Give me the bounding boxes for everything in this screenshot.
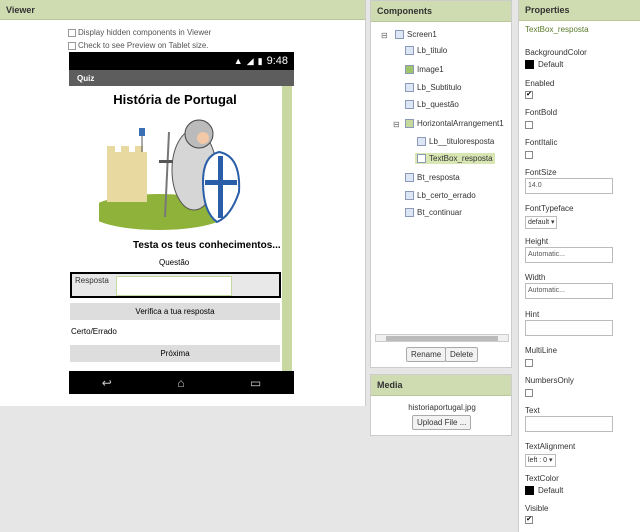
label-icon	[405, 83, 414, 92]
numbersonly-label: NumbersOnly	[525, 376, 574, 385]
tablet-preview-row[interactable]: Check to see Preview on Tablet size.	[68, 41, 209, 50]
tree-item-screen1[interactable]: Screen1	[395, 30, 437, 39]
home-icon[interactable]: ⌂	[177, 376, 184, 390]
tree-item-lb-subtitulo[interactable]: Lb_Subtitulo	[405, 83, 461, 92]
phone-preview: ▲ ◢ ▮ 9:48 Quiz História de Portugal Tes…	[69, 52, 294, 394]
tablet-preview-checkbox[interactable]	[68, 41, 76, 50]
visible-checkbox[interactable]: ✔	[525, 516, 533, 524]
bt-continuar[interactable]: Próxima	[70, 345, 280, 362]
textbox-resposta[interactable]	[116, 276, 232, 296]
enabled-label: Enabled	[525, 79, 555, 88]
viewer-header: Viewer	[0, 0, 365, 20]
tree-item-lb-titulo[interactable]: Lb_titulo	[405, 46, 447, 55]
components-panel: Components ⊟ Screen1 Lb_titulo Image1 Lb…	[370, 0, 512, 368]
color-swatch	[525, 486, 534, 495]
screen-scrollbar[interactable]	[282, 86, 292, 371]
label-icon	[405, 100, 414, 109]
textalignment-label: TextAlignment	[525, 442, 576, 451]
collapse-screen1-icon[interactable]: ⊟	[381, 31, 388, 40]
lb-questao: Questão	[159, 258, 190, 267]
signal-icon: ◢	[246, 55, 254, 66]
media-panel: Media historiaportugal.jpg Upload File .…	[370, 374, 512, 436]
collapse-arrangement-icon[interactable]: ⊟	[393, 120, 400, 129]
label-icon	[405, 191, 414, 200]
multiline-checkbox[interactable]	[525, 359, 533, 367]
status-time: 9:48	[266, 55, 288, 67]
button-icon	[405, 208, 414, 217]
lb-resposta: Resposta	[75, 276, 109, 285]
display-hidden-checkbox[interactable]	[68, 28, 76, 37]
fonttypeface-label: FontTypeface	[525, 204, 574, 213]
fontitalic-label: FontItalic	[525, 138, 558, 147]
selected-component-name: TextBox_resposta	[525, 25, 589, 34]
viewer-panel: Viewer Display hidden components in View…	[0, 0, 366, 406]
upload-file-button[interactable]: Upload File ...	[412, 415, 472, 430]
image-icon	[405, 65, 414, 74]
components-header: Components	[371, 1, 511, 22]
rename-button[interactable]: Rename	[406, 347, 447, 362]
fontsize-label: FontSize	[525, 168, 557, 177]
hint-input[interactable]	[525, 320, 613, 336]
tree-item-bt-continuar[interactable]: Bt_continuar	[405, 208, 462, 217]
app-title-bar: Quiz	[69, 70, 294, 86]
fontsize-input[interactable]: 14.0	[525, 178, 613, 194]
hint-label: Hint	[525, 310, 540, 319]
media-file-name[interactable]: historiaportugal.jpg	[371, 403, 513, 412]
label-icon	[417, 137, 426, 146]
battery-icon: ▮	[257, 55, 263, 66]
label-icon	[405, 46, 414, 55]
knight-image	[99, 119, 241, 230]
recents-icon[interactable]: ▭	[250, 376, 261, 390]
status-bar: ▲ ◢ ▮ 9:48	[69, 52, 294, 70]
wifi-icon: ▲	[233, 56, 243, 66]
fontbold-label: FontBold	[525, 108, 558, 117]
lb-certo-errado: Certo/Errado	[71, 327, 117, 336]
numbersonly-checkbox[interactable]	[525, 389, 533, 397]
textbox-icon	[417, 154, 426, 163]
button-icon	[405, 173, 414, 182]
display-hidden-row[interactable]: Display hidden components in Viewer	[68, 28, 211, 37]
width-input[interactable]: Automatic...	[525, 283, 613, 299]
display-hidden-label: Display hidden components in Viewer	[78, 28, 212, 37]
lb-titulo: História de Portugal	[113, 92, 237, 107]
tree-item-textbox-resposta[interactable]: TextBox_resposta	[415, 153, 495, 164]
tree-item-lb-certo-errado[interactable]: Lb_certo_errado	[405, 191, 476, 200]
height-input[interactable]: Automatic...	[525, 247, 613, 263]
phone-screen: História de Portugal Testa os teus conhe…	[69, 86, 294, 371]
fontitalic-checkbox[interactable]	[525, 151, 533, 159]
bt-resposta[interactable]: Verifica a tua resposta	[70, 303, 280, 320]
tree-item-bt-resposta[interactable]: Bt_resposta	[405, 173, 460, 182]
text-input[interactable]	[525, 416, 613, 432]
back-icon[interactable]: ↩	[102, 376, 112, 390]
phone-nav-bar: ↩ ⌂ ▭	[69, 371, 294, 394]
fonttypeface-select[interactable]: default ▾	[525, 216, 558, 229]
multiline-label: MultiLine	[525, 346, 558, 355]
textalignment-select[interactable]: left : 0 ▾	[525, 454, 556, 467]
horizontal-arrangement: Resposta	[70, 272, 281, 298]
tablet-preview-label: Check to see Preview on Tablet size.	[78, 41, 209, 50]
visible-label: Visible	[525, 504, 549, 513]
properties-header: Properties	[519, 0, 640, 21]
fontbold-checkbox[interactable]	[525, 121, 533, 129]
lb-subtitulo: Testa os teus conhecimentos...	[133, 240, 281, 251]
screen-icon	[395, 30, 404, 39]
enabled-checkbox[interactable]: ✔	[525, 91, 533, 99]
components-scrollbar[interactable]	[375, 334, 509, 342]
textcolor-label: TextColor	[525, 474, 559, 483]
textcolor-picker[interactable]: Default	[525, 486, 563, 495]
text-label: Text	[525, 406, 540, 415]
properties-panel: Properties TextBox_resposta BackgroundCo…	[518, 0, 640, 532]
media-header: Media	[371, 375, 511, 396]
width-label: Width	[525, 273, 546, 282]
tree-item-image1[interactable]: Image1	[405, 65, 444, 74]
arrangement-icon	[405, 119, 414, 128]
backgroundcolor-label: BackgroundColor	[525, 48, 587, 57]
backgroundcolor-picker[interactable]: Default	[525, 60, 563, 69]
tree-item-lb-tituloresposta[interactable]: Lb__tituloresposta	[417, 137, 494, 146]
tree-item-horizontal-arrangement[interactable]: HorizontalArrangement1	[405, 119, 504, 128]
color-swatch	[525, 60, 534, 69]
tree-item-lb-questao[interactable]: Lb_questão	[405, 100, 459, 109]
height-label: Height	[525, 237, 549, 246]
delete-button[interactable]: Delete	[445, 347, 479, 362]
